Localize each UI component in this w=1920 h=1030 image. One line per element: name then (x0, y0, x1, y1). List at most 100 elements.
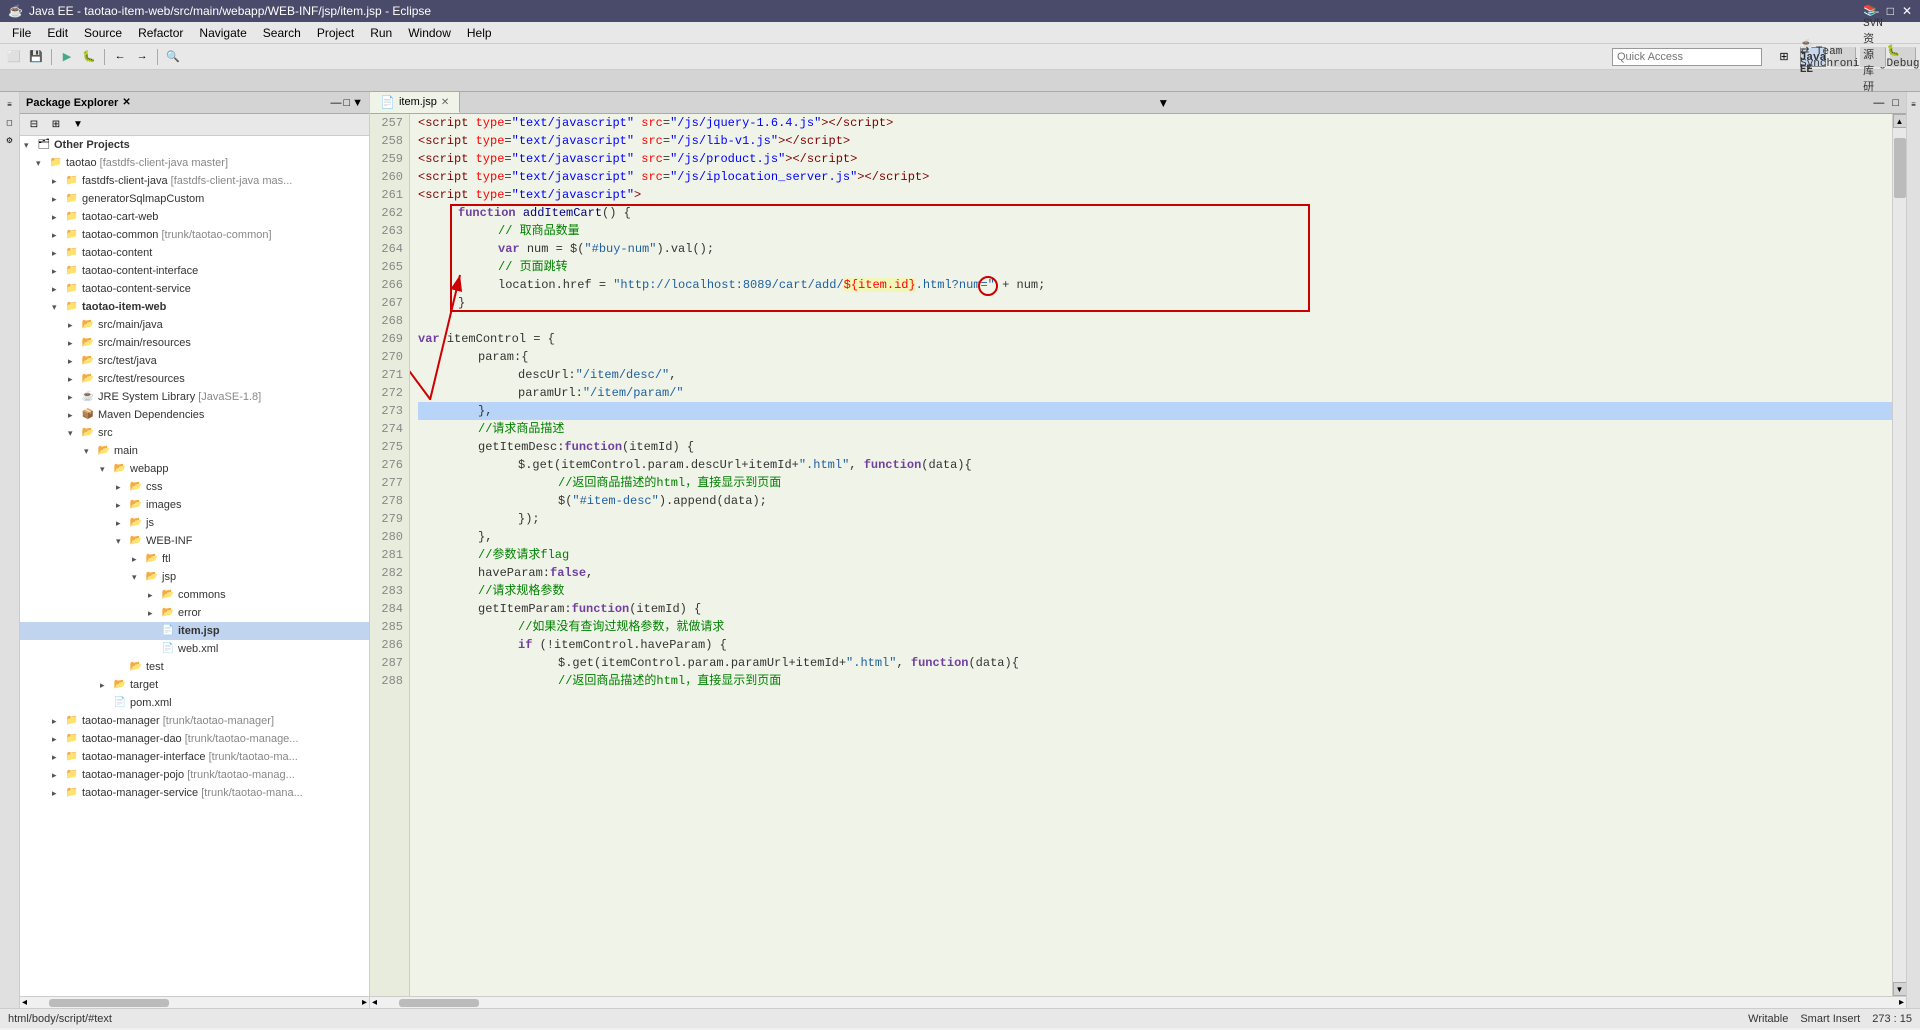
menu-file[interactable]: File (4, 24, 39, 42)
pe-menu-btn[interactable]: ▼ (352, 97, 363, 109)
tree-item-manager-interface[interactable]: ▸ 📁 taotao-manager-interface [trunk/taot… (20, 748, 369, 766)
menu-edit[interactable]: Edit (39, 24, 76, 42)
editor-horizontal-scrollbar[interactable]: ◂ ▸ (370, 996, 1906, 1008)
tree-item-src-test-java[interactable]: ▸ 📂 src/test/java (20, 352, 369, 370)
hscroll-right-btn[interactable]: ▸ (1897, 997, 1906, 1008)
next-edit-button[interactable]: → (132, 47, 152, 67)
new-button[interactable]: ⬜ (4, 47, 24, 67)
prev-edit-button[interactable]: ← (110, 47, 130, 67)
pe-scroll-left[interactable]: ◂ (20, 997, 29, 1008)
tree-item-content[interactable]: ▸ 📁 taotao-content (20, 244, 369, 262)
tree-item-manager[interactable]: ▸ 📁 taotao-manager [trunk/taotao-manager… (20, 712, 369, 730)
tree-item-test[interactable]: 📂 test (20, 658, 369, 676)
pe-collapse-all[interactable]: ⊟ (24, 115, 44, 135)
tree-item-webinf[interactable]: ▾ 📂 WEB-INF (20, 532, 369, 550)
tree-item-item-web[interactable]: ▾ 📁 taotao-item-web (20, 298, 369, 316)
pe-close-icon[interactable]: ✕ (122, 97, 130, 108)
editor-tab-item-jsp[interactable]: 📄 item.jsp ✕ (370, 92, 460, 113)
code-content[interactable]: <script type="text/javascript" src="/js/… (410, 114, 1892, 996)
code-line-277: //返回商品描述的html，直接显示到页面 (418, 474, 1892, 492)
tree-item-content-interface[interactable]: ▸ 📁 taotao-content-interface (20, 262, 369, 280)
vscroll-track[interactable] (1893, 128, 1906, 982)
menu-help[interactable]: Help (459, 24, 500, 42)
tree-item-common[interactable]: ▸ 📁 taotao-common [trunk/taotao-common] (20, 226, 369, 244)
tree-item-item-jsp[interactable]: 📄 item.jsp (20, 622, 369, 640)
tree-item-pom-xml[interactable]: 📄 pom.xml (20, 694, 369, 712)
tree-item-generator[interactable]: ▸ 📁 generatorSqlmapCustom (20, 190, 369, 208)
search-button[interactable]: 🔍 (163, 47, 183, 67)
close-button[interactable]: ✕ (1902, 4, 1912, 18)
editor-minimize-btn[interactable]: — (1870, 97, 1887, 109)
tree-item-jre[interactable]: ▸ ☕ JRE System Library [JavaSE-1.8] (20, 388, 369, 406)
tree-item-cart-web[interactable]: ▸ 📁 taotao-cart-web (20, 208, 369, 226)
tree-item-webapp[interactable]: ▾ 📂 webapp (20, 460, 369, 478)
vscroll-thumb[interactable] (1894, 138, 1906, 198)
debug-button[interactable]: 🐛 (79, 47, 99, 67)
code-line-285: //如果没有查询过规格参数，就做请求 (418, 618, 1892, 636)
perspective-svn[interactable]: 📚 SVN 资源库研究 (1860, 47, 1886, 67)
tree-item-src-main-java[interactable]: ▸ 📂 src/main/java (20, 316, 369, 334)
perspective-open[interactable]: ⊞ (1772, 47, 1796, 67)
menu-window[interactable]: Window (400, 24, 459, 42)
save-button[interactable]: 💾 (26, 47, 46, 67)
run-button[interactable]: ▶ (57, 47, 77, 67)
tree-item-content-service[interactable]: ▸ 📁 taotao-content-service (20, 280, 369, 298)
quick-access-input[interactable] (1612, 48, 1762, 66)
pe-minimize-btn[interactable]: — (330, 97, 341, 109)
tree-item-main[interactable]: ▾ 📂 main (20, 442, 369, 460)
tree-item-js[interactable]: ▸ 📂 js (20, 514, 369, 532)
pe-title-label: Package Explorer (26, 97, 118, 109)
pe-header: Package Explorer ✕ — □ ▼ (20, 92, 369, 114)
pe-horizontal-scrollbar[interactable]: ◂ ▸ (20, 996, 369, 1008)
menu-search[interactable]: Search (255, 24, 309, 42)
vscroll-up-btn[interactable]: ▲ (1893, 114, 1907, 128)
menu-project[interactable]: Project (309, 24, 362, 42)
editor-tab-close[interactable]: ✕ (441, 97, 449, 108)
tree-item-src-test-res[interactable]: ▸ 📂 src/test/resources (20, 370, 369, 388)
editor-vertical-scrollbar[interactable]: ▲ ▼ (1892, 114, 1906, 996)
menu-run[interactable]: Run (362, 24, 400, 42)
tree-item-web-xml[interactable]: 📄 web.xml (20, 640, 369, 658)
editor-tab-expand[interactable]: ▼ (1153, 92, 1173, 113)
tree-item-ftl[interactable]: ▸ 📂 ftl (20, 550, 369, 568)
left-icon-3[interactable]: ⚙ (2, 132, 18, 148)
perspective-team-sync[interactable]: ⇄ Team Synchronizing (1830, 47, 1856, 67)
vscroll-down-btn[interactable]: ▼ (1893, 982, 1907, 996)
pe-header-title: Package Explorer ✕ (26, 97, 131, 109)
tree-item-manager-pojo[interactable]: ▸ 📁 taotao-manager-pojo [trunk/taotao-ma… (20, 766, 369, 784)
tree-item-taotao[interactable]: ▾ 📁 taotao [fastdfs-client-java master] (20, 154, 369, 172)
tree-item-src[interactable]: ▾ 📂 src (20, 424, 369, 442)
menu-source[interactable]: Source (76, 24, 130, 42)
menu-bar: File Edit Source Refactor Navigate Searc… (0, 22, 1920, 44)
editor-maximize-btn[interactable]: □ (1889, 97, 1902, 109)
window-title: ☕ Java EE - taotao-item-web/src/main/web… (8, 4, 431, 18)
right-icon-1[interactable]: ≡ (1906, 96, 1920, 112)
tree-item-jsp[interactable]: ▾ 📂 jsp (20, 568, 369, 586)
quick-access[interactable] (1612, 48, 1762, 66)
tree-item-commons[interactable]: ▸ 📂 commons (20, 586, 369, 604)
tree-item-other-projects[interactable]: ▾ 🗂 Other Projects (20, 136, 369, 154)
hscroll-thumb[interactable] (399, 999, 479, 1007)
perspective-debug[interactable]: 🐛 Debug (1890, 47, 1916, 67)
menu-navigate[interactable]: Navigate (191, 24, 254, 42)
pe-link-editor[interactable]: ⊞ (46, 115, 66, 135)
code-editor[interactable]: 257 258 259 260 261 262 263 264 265 266 … (370, 114, 1906, 996)
left-icon-2[interactable]: ◻ (2, 114, 18, 130)
tree-item-css[interactable]: ▸ 📂 css (20, 478, 369, 496)
pe-view-menu[interactable]: ▼ (68, 115, 88, 135)
tree-item-manager-service[interactable]: ▸ 📁 taotao-manager-service [trunk/taotao… (20, 784, 369, 802)
menu-refactor[interactable]: Refactor (130, 24, 191, 42)
tree-item-src-main-res[interactable]: ▸ 📂 src/main/resources (20, 334, 369, 352)
tree-item-fastdfs[interactable]: ▸ 📁 fastdfs-client-java [fastdfs-client-… (20, 172, 369, 190)
tree-item-images[interactable]: ▸ 📂 images (20, 496, 369, 514)
pe-maximize-btn[interactable]: □ (343, 97, 350, 109)
hscroll-left-btn[interactable]: ◂ (370, 997, 379, 1008)
pe-scroll-thumb[interactable] (49, 999, 169, 1007)
tree-item-maven[interactable]: ▸ 📦 Maven Dependencies (20, 406, 369, 424)
tree-item-error[interactable]: ▸ 📂 error (20, 604, 369, 622)
pe-scroll-right[interactable]: ▸ (360, 997, 369, 1008)
tree-item-target[interactable]: ▸ 📂 target (20, 676, 369, 694)
maximize-button[interactable]: □ (1887, 4, 1894, 18)
tree-item-manager-dao[interactable]: ▸ 📁 taotao-manager-dao [trunk/taotao-man… (20, 730, 369, 748)
left-icon-1[interactable]: ≡ (2, 96, 18, 112)
